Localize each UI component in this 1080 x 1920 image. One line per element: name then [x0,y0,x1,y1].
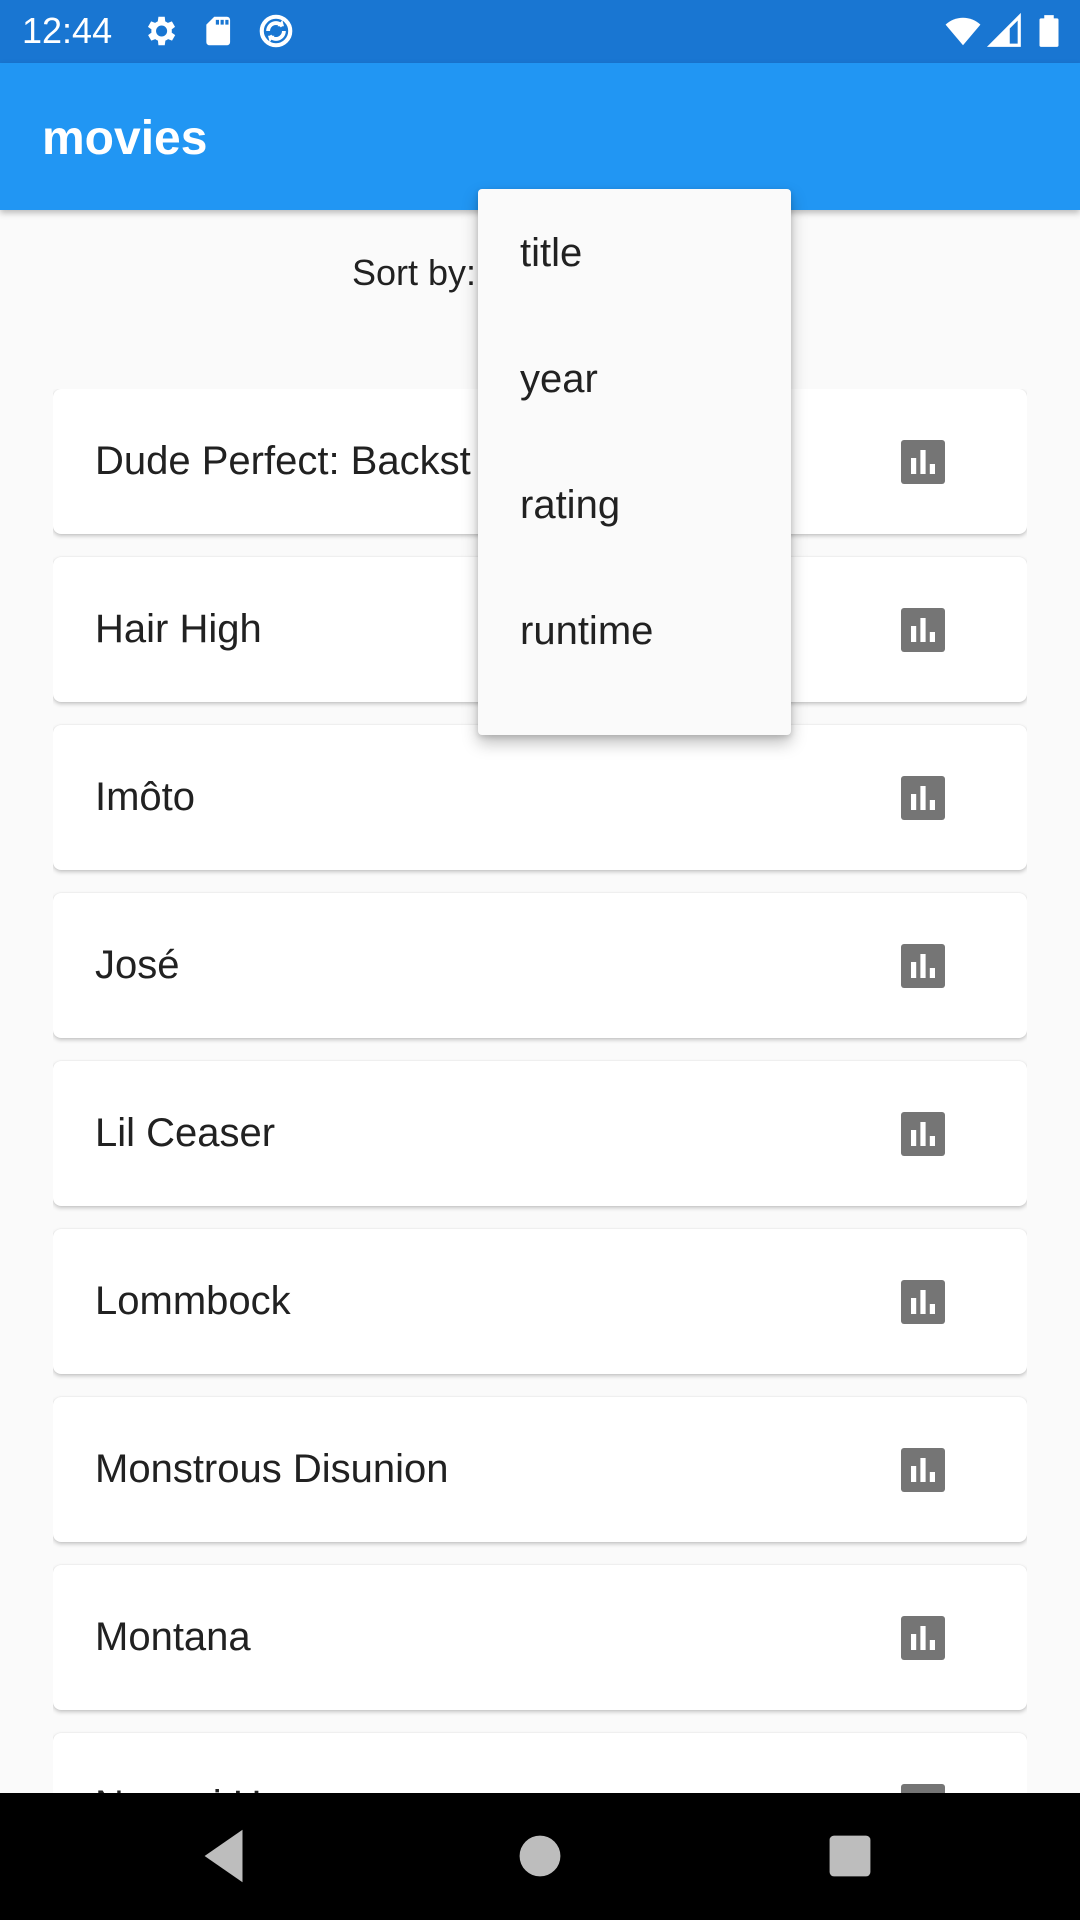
movie-title: Montana [95,1615,251,1659]
movie-title: Lommbock [95,1279,291,1323]
signal-icon [986,12,1021,47]
movie-title: Dude Perfect: Backst [95,439,471,483]
movie-title: Imôto [95,775,196,819]
movie-card[interactable]: Imôto [53,725,1027,870]
movie-title: Hair High [95,607,262,651]
movie-title: José [95,943,180,987]
movie-title: Nammi Ho [95,1781,284,1793]
sort-option-title[interactable]: title [478,189,791,315]
sort-option-year[interactable]: year [478,315,791,441]
settings-icon [147,16,176,46]
sort-option-rating[interactable]: rating [478,441,791,567]
movie-card[interactable]: Montana [53,1565,1027,1710]
sort-option-label: runtime [520,609,654,653]
movie-title: Monstrous Disunion [95,1447,449,1491]
app-title: movies [42,112,208,165]
movie-card[interactable]: Nammi Ho [53,1733,1027,1793]
navigation-bar [0,1793,1080,1920]
sort-dropdown-menu: title year rating runtime [478,189,791,735]
sort-option-runtime[interactable]: runtime [478,567,791,693]
sort-option-label: title [520,231,583,275]
bar-chart-icon[interactable] [899,606,947,654]
status-time: 12:44 [22,10,113,51]
sync-icon [259,14,293,48]
movie-card[interactable]: Lil Ceaser [53,1061,1027,1206]
bar-chart-icon[interactable] [899,774,947,822]
sort-option-label: rating [520,483,621,527]
bar-chart-icon[interactable] [899,1782,947,1793]
movie-card[interactable]: José [53,893,1027,1038]
bar-chart-icon[interactable] [899,1110,947,1158]
movie-card[interactable]: Lommbock [53,1229,1027,1374]
movie-card[interactable]: Monstrous Disunion [53,1397,1027,1542]
sort-label: Sort by: [352,252,477,293]
sd-card-icon [206,16,231,46]
bar-chart-icon[interactable] [899,1446,947,1494]
back-icon[interactable] [190,1821,260,1891]
bar-chart-icon[interactable] [899,1278,947,1326]
home-icon[interactable] [505,1821,575,1891]
bar-chart-icon[interactable] [899,942,947,990]
bar-chart-icon[interactable] [899,438,947,486]
status-bar: 12:44 [0,0,1080,63]
app-bar: movies [0,63,1080,210]
sort-option-label: year [520,357,598,401]
battery-icon [1039,15,1059,47]
movie-title: Lil Ceaser [95,1111,276,1155]
recents-icon[interactable] [815,1821,885,1891]
wifi-icon [945,17,981,46]
bar-chart-icon[interactable] [899,1614,947,1662]
